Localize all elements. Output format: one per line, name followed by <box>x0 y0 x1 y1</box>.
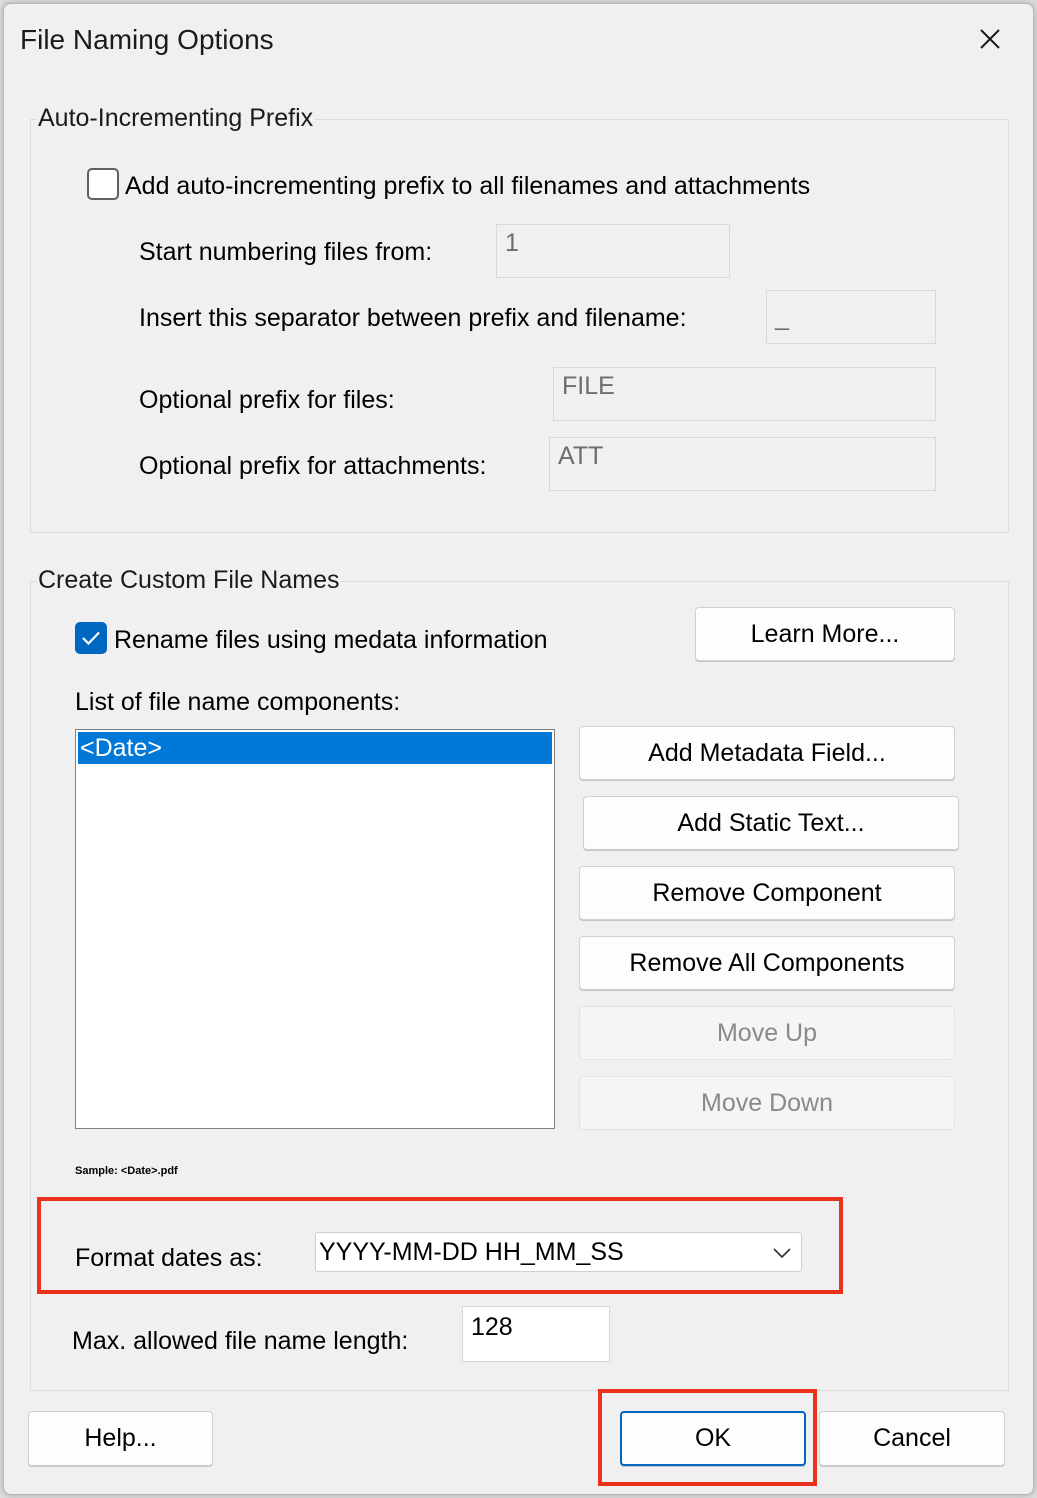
component-list-label: List of file name components: <box>75 688 401 716</box>
add-prefix-checkbox[interactable] <box>87 168 119 200</box>
start-numbering-label: Start numbering files from: <box>139 238 433 266</box>
file-naming-options-dialog: File Naming Options Auto-Incrementing Pr… <box>3 3 1034 1495</box>
component-listbox[interactable]: <Date> <box>75 729 555 1129</box>
add-static-text-button[interactable]: Add Static Text... <box>583 796 959 850</box>
file-prefix-label: Optional prefix for files: <box>139 386 395 414</box>
dialog-title: File Naming Options <box>20 24 274 55</box>
file-prefix-field[interactable]: FILE <box>553 367 936 421</box>
start-numbering-field[interactable]: 1 <box>496 224 730 278</box>
list-item[interactable]: <Date> <box>78 732 552 764</box>
add-metadata-field-button[interactable]: Add Metadata Field... <box>579 726 955 780</box>
attachment-prefix-label: Optional prefix for attachments: <box>139 452 487 480</box>
prefix-group-title: Auto-Incrementing Prefix <box>36 104 316 133</box>
checkmark-icon <box>82 631 100 646</box>
max-length-label: Max. allowed file name length: <box>72 1327 409 1355</box>
sample-filename: Sample: <Date>.pdf <box>75 1165 178 1177</box>
close-icon <box>980 29 1000 49</box>
remove-component-button[interactable]: Remove Component <box>579 866 955 920</box>
remove-all-components-button[interactable]: Remove All Components <box>579 936 955 990</box>
ok-button-highlight <box>598 1389 817 1486</box>
custom-names-group-title: Create Custom File Names <box>36 566 342 595</box>
cancel-button[interactable]: Cancel <box>819 1411 1005 1466</box>
title-bar: File Naming Options <box>4 4 1033 80</box>
add-prefix-label: Add auto-incrementing prefix to all file… <box>125 172 811 200</box>
rename-files-checkbox[interactable] <box>75 622 107 654</box>
close-button[interactable] <box>964 16 1016 62</box>
move-up-button[interactable]: Move Up <box>579 1006 955 1060</box>
max-length-field[interactable]: 128 <box>462 1306 610 1362</box>
separator-field[interactable]: _ <box>766 290 936 344</box>
attachment-prefix-field[interactable]: ATT <box>549 437 936 491</box>
help-button[interactable]: Help... <box>28 1411 213 1466</box>
move-down-button[interactable]: Move Down <box>579 1076 955 1130</box>
format-dates-highlight <box>37 1197 843 1294</box>
rename-files-label: Rename files using medata information <box>114 626 548 654</box>
separator-label: Insert this separator between prefix and… <box>139 304 687 332</box>
learn-more-button[interactable]: Learn More... <box>695 607 955 661</box>
